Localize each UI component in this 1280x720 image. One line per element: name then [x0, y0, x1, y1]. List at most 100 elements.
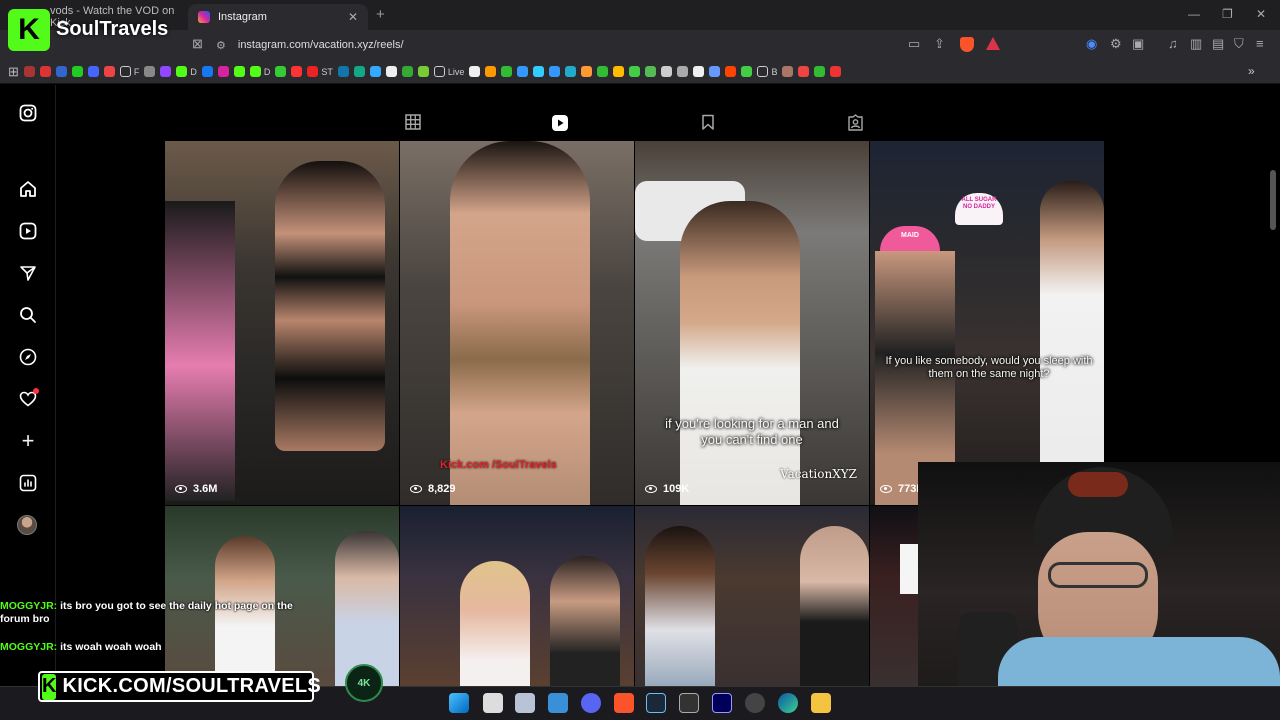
bookmark-item[interactable] — [275, 64, 287, 80]
bookmark-item[interactable] — [725, 64, 737, 80]
vpn-icon[interactable]: ⛉ — [1234, 36, 1244, 52]
bookmark-item[interactable] — [353, 64, 365, 80]
bookmark-item[interactable] — [385, 64, 397, 80]
reel-tile[interactable] — [165, 506, 399, 686]
reel-tile[interactable]: MAID ALL SUGAR NO DADDY If you like some… — [870, 141, 1104, 505]
bookmark-item[interactable] — [830, 64, 842, 80]
saved-tab-icon[interactable] — [699, 114, 717, 132]
brave-rewards-icon[interactable] — [986, 37, 1000, 50]
instagram-icon[interactable] — [17, 102, 39, 124]
bookmark-item[interactable] — [597, 64, 609, 80]
bookmark-item[interactable] — [613, 64, 625, 80]
bookmark-item[interactable] — [401, 64, 413, 80]
bookmark-icon[interactable]: ⊠ — [192, 36, 203, 52]
bookmark-item[interactable] — [661, 64, 673, 80]
bookmark-item[interactable] — [23, 64, 35, 80]
start-icon[interactable] — [449, 693, 469, 713]
bookmark-item[interactable] — [201, 64, 213, 80]
bookmark-item[interactable] — [417, 64, 429, 80]
snipping-icon[interactable] — [515, 693, 535, 713]
bookmark-item[interactable] — [549, 64, 561, 80]
bookmark-folder[interactable]: B — [757, 64, 777, 80]
bookmark-item[interactable] — [485, 64, 497, 80]
bookmark-item[interactable] — [87, 64, 99, 80]
bookmark-item[interactable] — [645, 64, 657, 80]
bookmark-item[interactable]: ST — [307, 64, 333, 80]
bookmark-item[interactable] — [71, 64, 83, 80]
reel-tile[interactable]: 3.6M — [165, 141, 399, 505]
bookmark-item[interactable] — [160, 64, 172, 80]
close-tab-icon[interactable]: ✕ — [348, 10, 358, 24]
wallet-icon[interactable]: ▤ — [1212, 36, 1224, 52]
tagged-tab-icon[interactable] — [846, 114, 864, 132]
tab-instagram[interactable]: Instagram ✕ — [188, 4, 368, 30]
bookmark-item[interactable] — [533, 64, 545, 80]
new-tab-button[interactable]: + — [376, 6, 385, 23]
reel-tile[interactable]: Kick.com /SoulTravels 8,829 — [400, 141, 634, 505]
more-bookmarks-icon[interactable]: » — [1248, 64, 1255, 78]
brave-icon[interactable] — [614, 693, 634, 713]
bookmark-item[interactable] — [39, 64, 51, 80]
notifications-icon[interactable] — [17, 388, 39, 410]
messages-icon[interactable] — [17, 262, 39, 284]
restore-icon[interactable]: ❐ — [1222, 7, 1233, 21]
bookmark-item[interactable] — [782, 64, 794, 80]
extension-icon[interactable]: ⚙ — [1110, 36, 1122, 52]
url-field[interactable]: ⚙ instagram.com/vacation.xyz/reels/ — [206, 34, 1006, 56]
dashboard-icon[interactable] — [17, 472, 39, 494]
bookmark-item[interactable] — [814, 64, 826, 80]
bookmark-item[interactable] — [693, 64, 705, 80]
bookmark-item[interactable] — [501, 64, 513, 80]
bookmark-item[interactable] — [629, 64, 641, 80]
explore-icon[interactable] — [17, 346, 39, 368]
extension-icon[interactable]: ▣ — [1132, 36, 1144, 52]
taskview-icon[interactable] — [483, 693, 503, 713]
reel-tile[interactable] — [635, 506, 869, 686]
reels-nav-icon[interactable] — [17, 220, 39, 242]
bookmark-item[interactable] — [217, 64, 229, 80]
home-icon[interactable] — [17, 178, 39, 200]
page-scrollbar[interactable] — [1270, 170, 1276, 230]
bookmark-item[interactable]: D — [176, 64, 197, 80]
premiere-icon[interactable] — [712, 693, 732, 713]
obs-icon[interactable] — [745, 693, 765, 713]
discord-icon[interactable] — [581, 693, 601, 713]
bookmark-item[interactable] — [233, 64, 245, 80]
grid-tab-icon[interactable] — [404, 114, 422, 132]
reels-tab-icon[interactable] — [551, 114, 569, 132]
bookmark-item[interactable] — [291, 64, 303, 80]
bookmark-item[interactable] — [565, 64, 577, 80]
bookmark-item[interactable] — [517, 64, 529, 80]
bookmark-item[interactable] — [337, 64, 349, 80]
menu-icon[interactable]: ≡ — [1256, 36, 1264, 51]
site-info-icon[interactable]: ⚙ — [216, 39, 226, 52]
bookmark-folder[interactable]: Live — [433, 64, 464, 80]
bookmark-item[interactable] — [55, 64, 67, 80]
reel-tile[interactable] — [400, 506, 634, 686]
file-explorer-icon[interactable] — [811, 693, 831, 713]
close-window-icon[interactable]: ✕ — [1256, 7, 1266, 21]
share-icon[interactable]: ⇪ — [934, 36, 945, 52]
bookmark-item[interactable] — [798, 64, 810, 80]
create-icon[interactable]: + — [17, 428, 39, 453]
search-icon[interactable] — [17, 304, 39, 326]
brave-shields-icon[interactable] — [960, 37, 974, 52]
media-icon[interactable]: ♫ — [1168, 36, 1178, 51]
sidebar-toggle-icon[interactable]: ▥ — [1190, 36, 1202, 52]
edge-icon[interactable] — [778, 693, 798, 713]
bookmark-item[interactable] — [709, 64, 721, 80]
steam-icon[interactable] — [646, 693, 666, 713]
profile-avatar[interactable] — [17, 515, 37, 535]
bookmark-item[interactable] — [469, 64, 481, 80]
bookmark-item[interactable] — [144, 64, 156, 80]
bookmark-item[interactable]: D — [249, 64, 270, 80]
bookmark-folder[interactable]: F — [119, 64, 139, 80]
cast-icon[interactable]: ▭ — [908, 36, 920, 52]
bookmark-item[interactable] — [741, 64, 753, 80]
reel-tile[interactable]: if you're looking for a man and you can'… — [635, 141, 869, 505]
extension-icon[interactable]: ◉ — [1086, 36, 1097, 52]
apps-icon[interactable]: ⊞ — [8, 64, 19, 80]
bookmark-item[interactable] — [369, 64, 381, 80]
bookmark-item[interactable] — [677, 64, 689, 80]
app-icon[interactable] — [679, 693, 699, 713]
